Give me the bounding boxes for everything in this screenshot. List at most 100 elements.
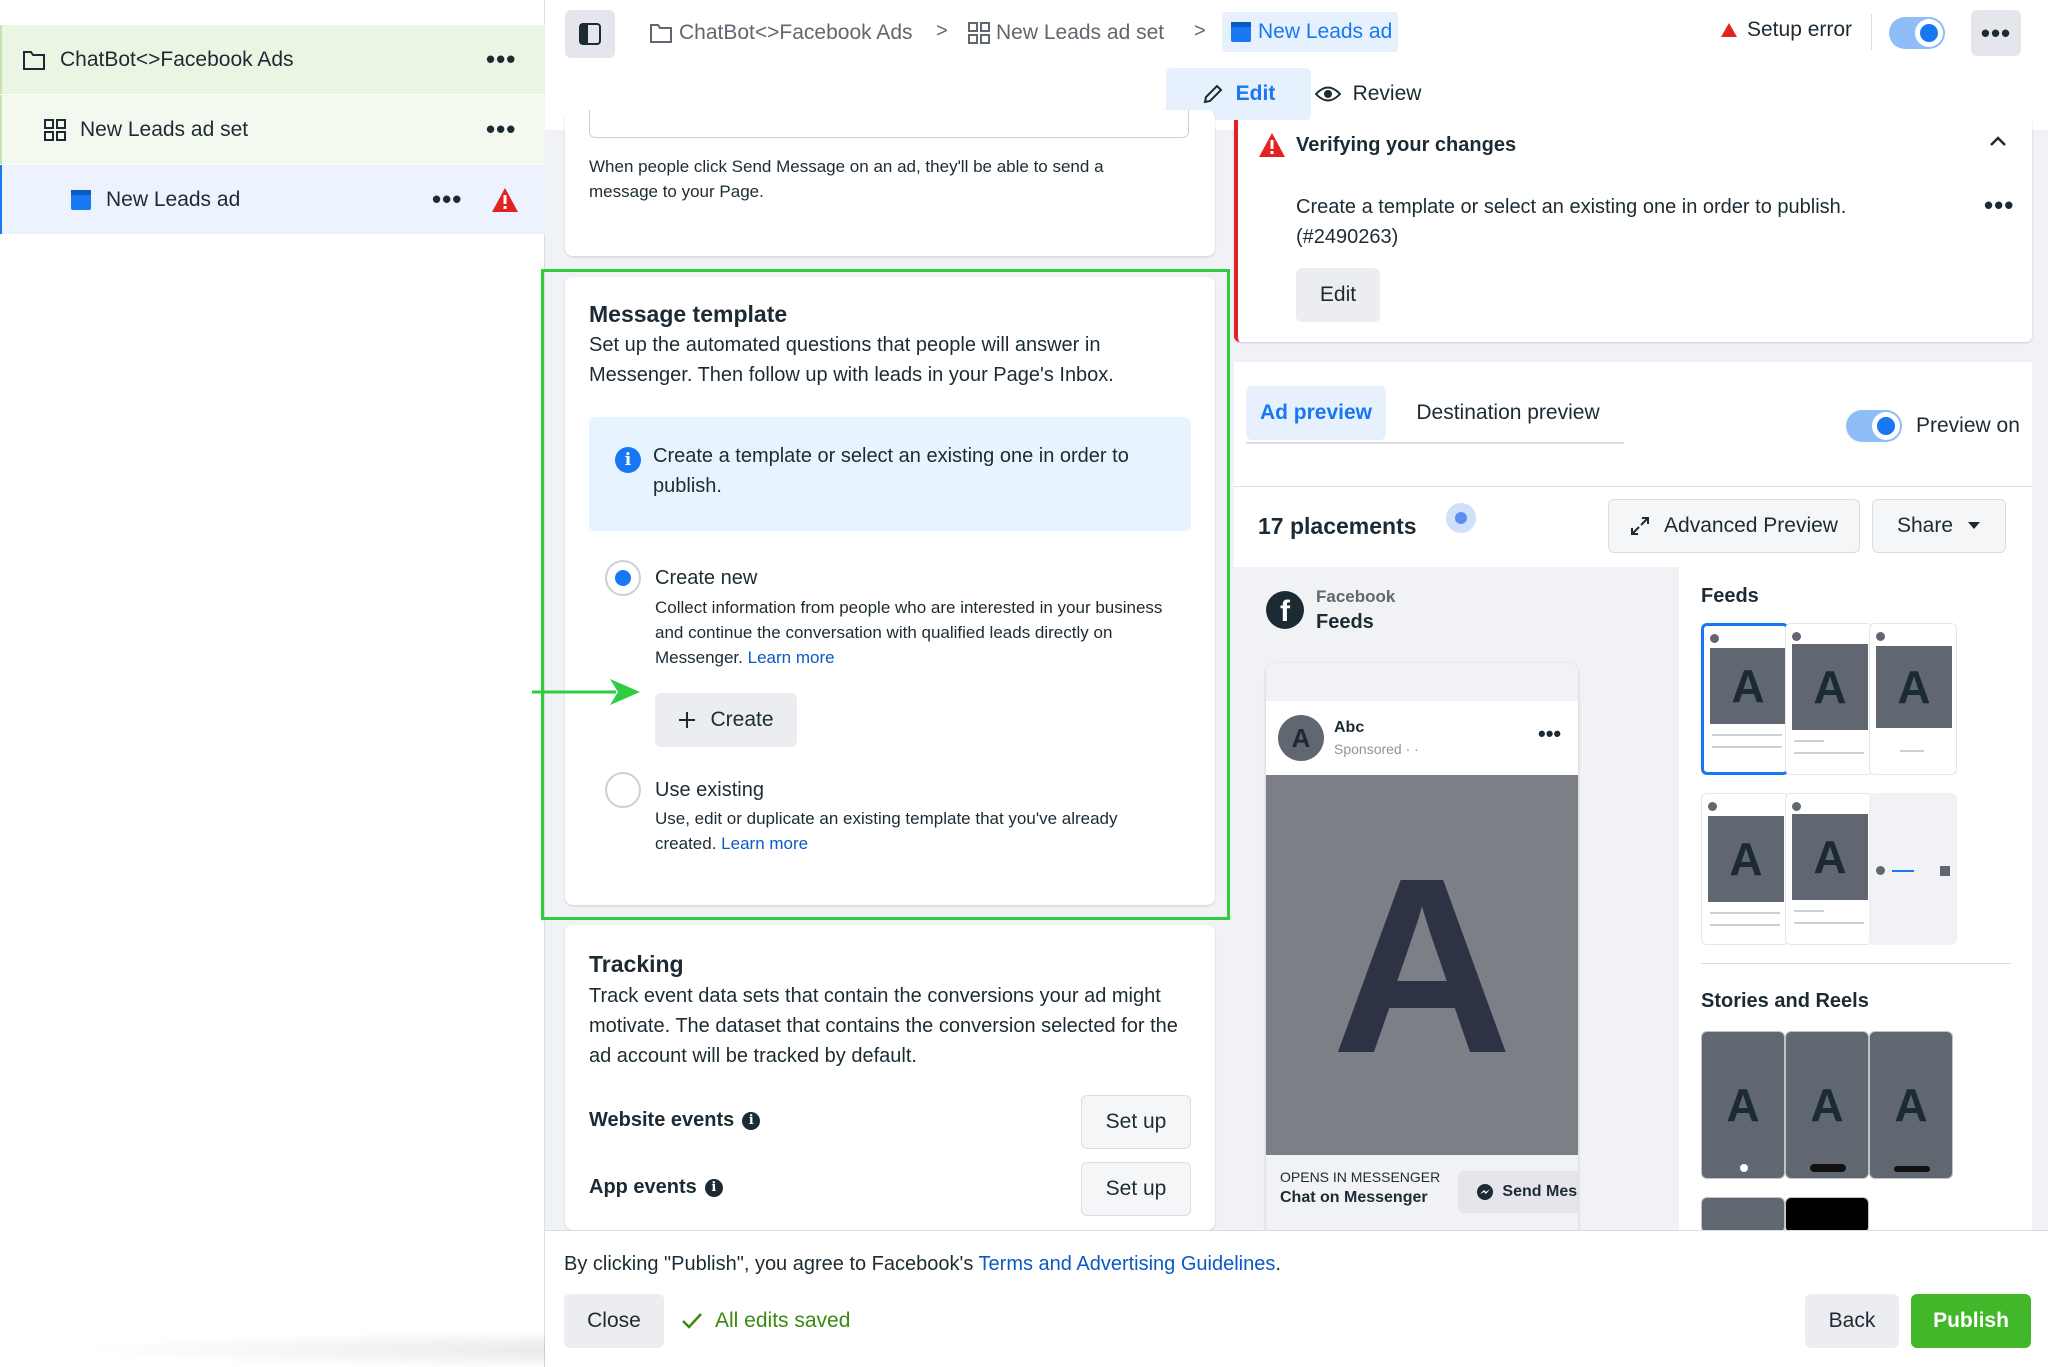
- ad-on-off-toggle[interactable]: [1889, 17, 1945, 49]
- more-options-icon[interactable]: •••: [486, 44, 516, 75]
- thumb-image: A: [1876, 646, 1952, 728]
- send-message-card: When people click Send Message on an ad,…: [565, 110, 1215, 256]
- placement-thumbnail[interactable]: A: [1701, 623, 1789, 775]
- tab-review[interactable]: Review: [1303, 68, 1433, 120]
- ad-image: A: [1266, 775, 1578, 1155]
- reels-thumbnail[interactable]: [1701, 1197, 1785, 1233]
- folder-icon: [650, 24, 672, 43]
- thumb-avatar: [1792, 802, 1801, 811]
- terms-link[interactable]: Terms and Advertising Guidelines: [979, 1253, 1276, 1275]
- headline: Chat on Messenger: [1280, 1189, 1428, 1206]
- breadcrumb-ad[interactable]: New Leads ad: [1222, 12, 1399, 52]
- verification-error-card: Verifying your changes Create a template…: [1234, 120, 2032, 342]
- placements-count: 17 placements: [1258, 513, 1417, 539]
- info-icon[interactable]: i: [704, 1178, 723, 1197]
- breadcrumb-adset[interactable]: New Leads ad set: [968, 16, 1164, 50]
- story-bar: [1894, 1166, 1930, 1172]
- thumb-image: A: [1792, 644, 1868, 730]
- messenger-icon: [1477, 1184, 1494, 1200]
- placement-thumbnail[interactable]: A: [1869, 623, 1957, 775]
- thumb-image: A: [1792, 814, 1868, 900]
- placement-thumbnail[interactable]: A: [1785, 793, 1873, 945]
- thumb-line: [1710, 924, 1780, 926]
- toggle-knob-center: [1917, 21, 1941, 45]
- tab-ad-preview[interactable]: Ad preview: [1246, 386, 1386, 440]
- placement-name: Feeds: [1316, 611, 1374, 633]
- thumb-line: [1794, 910, 1824, 912]
- setup-error-label: Setup error: [1747, 18, 1853, 41]
- tracking-card: Tracking Track event data sets that cont…: [565, 925, 1215, 1230]
- setup-error-status[interactable]: Setup error: [1721, 18, 1852, 42]
- tree-item-ad[interactable]: New Leads ad •••: [0, 165, 545, 234]
- thumb-avatar: [1876, 866, 1885, 875]
- feeds-heading: Feeds: [1701, 585, 1759, 607]
- chevron-right-icon: >: [1194, 20, 1206, 42]
- advanced-preview-button[interactable]: Advanced Preview: [1608, 499, 1860, 553]
- ad-cta-footer: OPENS IN MESSENGER Chat on Messenger Sen…: [1266, 1155, 1578, 1233]
- thumb-line: [1794, 752, 1864, 754]
- share-button[interactable]: Share: [1872, 499, 2006, 553]
- section-description: Track event data sets that contain the c…: [589, 985, 1178, 1067]
- terms-notice: By clicking "Publish", you agree to Face…: [564, 1253, 1281, 1276]
- tree-item-label: New Leads ad set: [80, 117, 249, 141]
- top-bar: ChatBot<>Facebook Ads > New Leads ad set…: [545, 0, 2048, 66]
- publish-button[interactable]: Publish: [1911, 1294, 2031, 1348]
- facebook-logo-icon: f: [1266, 591, 1304, 629]
- tree-item-adset[interactable]: New Leads ad set •••: [0, 95, 545, 164]
- toggle-knob-center: [1874, 414, 1898, 438]
- story-thumbnail[interactable]: A: [1869, 1031, 1953, 1179]
- placement-thumbnail[interactable]: A: [1701, 793, 1789, 945]
- more-options-icon[interactable]: •••: [432, 184, 462, 215]
- avatar: A: [1278, 715, 1324, 761]
- thumb-line: [1892, 870, 1914, 872]
- more-options-button[interactable]: •••: [1971, 10, 2021, 56]
- info-icon[interactable]: i: [742, 1111, 761, 1130]
- event-label-text: Website events: [589, 1109, 735, 1131]
- story-thumbnail[interactable]: A: [1701, 1031, 1785, 1179]
- breadcrumb-campaign[interactable]: ChatBot<>Facebook Ads: [649, 16, 913, 50]
- thumb-line: [1794, 922, 1864, 924]
- website-events-label: Website events i: [589, 1109, 761, 1132]
- app-events-setup-button[interactable]: Set up: [1081, 1162, 1191, 1216]
- thumb-avatar: [1792, 632, 1801, 641]
- sidebar-toggle-button[interactable]: [565, 10, 615, 58]
- breadcrumb-label: ChatBot<>Facebook Ads: [679, 21, 913, 44]
- chevron-up-icon[interactable]: [1988, 132, 2008, 152]
- thumb-line: [1712, 734, 1782, 736]
- send-message-description: When people click Send Message on an ad,…: [589, 157, 1104, 201]
- footer-bar: By clicking "Publish", you agree to Face…: [545, 1230, 2048, 1367]
- tree-item-label: ChatBot<>Facebook Ads: [60, 47, 294, 71]
- more-options-icon[interactable]: •••: [1984, 190, 2014, 221]
- terms-text: By clicking "Publish", you agree to Face…: [564, 1253, 979, 1275]
- save-status-label: All edits saved: [715, 1309, 851, 1332]
- back-button[interactable]: Back: [1805, 1294, 1899, 1348]
- tab-destination-preview[interactable]: Destination preview: [1408, 386, 1608, 440]
- save-status: All edits saved: [681, 1309, 850, 1333]
- story-bar: [1740, 1164, 1748, 1172]
- website-events-setup-button[interactable]: Set up: [1081, 1095, 1191, 1149]
- ad-preview-mockup[interactable]: A Abc Sponsored · · ••• A OPENS IN MESSE…: [1266, 663, 1578, 1233]
- tree-item-campaign[interactable]: ChatBot<>Facebook Ads •••: [0, 25, 545, 94]
- preview-on-label: Preview on: [1916, 414, 2020, 437]
- annotation-highlight-box: [541, 269, 1230, 920]
- close-button[interactable]: Close: [564, 1294, 664, 1348]
- verification-edit-button[interactable]: Edit: [1296, 268, 1380, 322]
- reels-thumbnail[interactable]: [1785, 1197, 1869, 1233]
- section-title: Tracking: [589, 951, 684, 977]
- eye-icon: [1314, 86, 1341, 102]
- story-letter: A: [1810, 1079, 1844, 1131]
- more-options-icon[interactable]: •••: [486, 114, 516, 145]
- verification-title: Verifying your changes: [1296, 134, 1517, 156]
- divider: [1701, 963, 2011, 964]
- placement-thumbnail[interactable]: A: [1785, 623, 1873, 775]
- warning-icon: [492, 187, 518, 212]
- ad-mockup-pane: f Facebook Feeds A Abc Sponsored · · •••…: [1234, 567, 1679, 1233]
- preview-toggle[interactable]: [1846, 410, 1902, 442]
- placements-card: 17 placements Advanced Preview Share f F…: [1234, 486, 2032, 1233]
- placement-thumbnail[interactable]: [1869, 793, 1957, 945]
- button-label: Share: [1896, 514, 1954, 537]
- thumb-avatar: [1876, 632, 1885, 641]
- story-thumbnail[interactable]: A: [1785, 1031, 1869, 1179]
- chevron-right-icon: >: [936, 20, 948, 42]
- thumb-image: A: [1708, 816, 1784, 902]
